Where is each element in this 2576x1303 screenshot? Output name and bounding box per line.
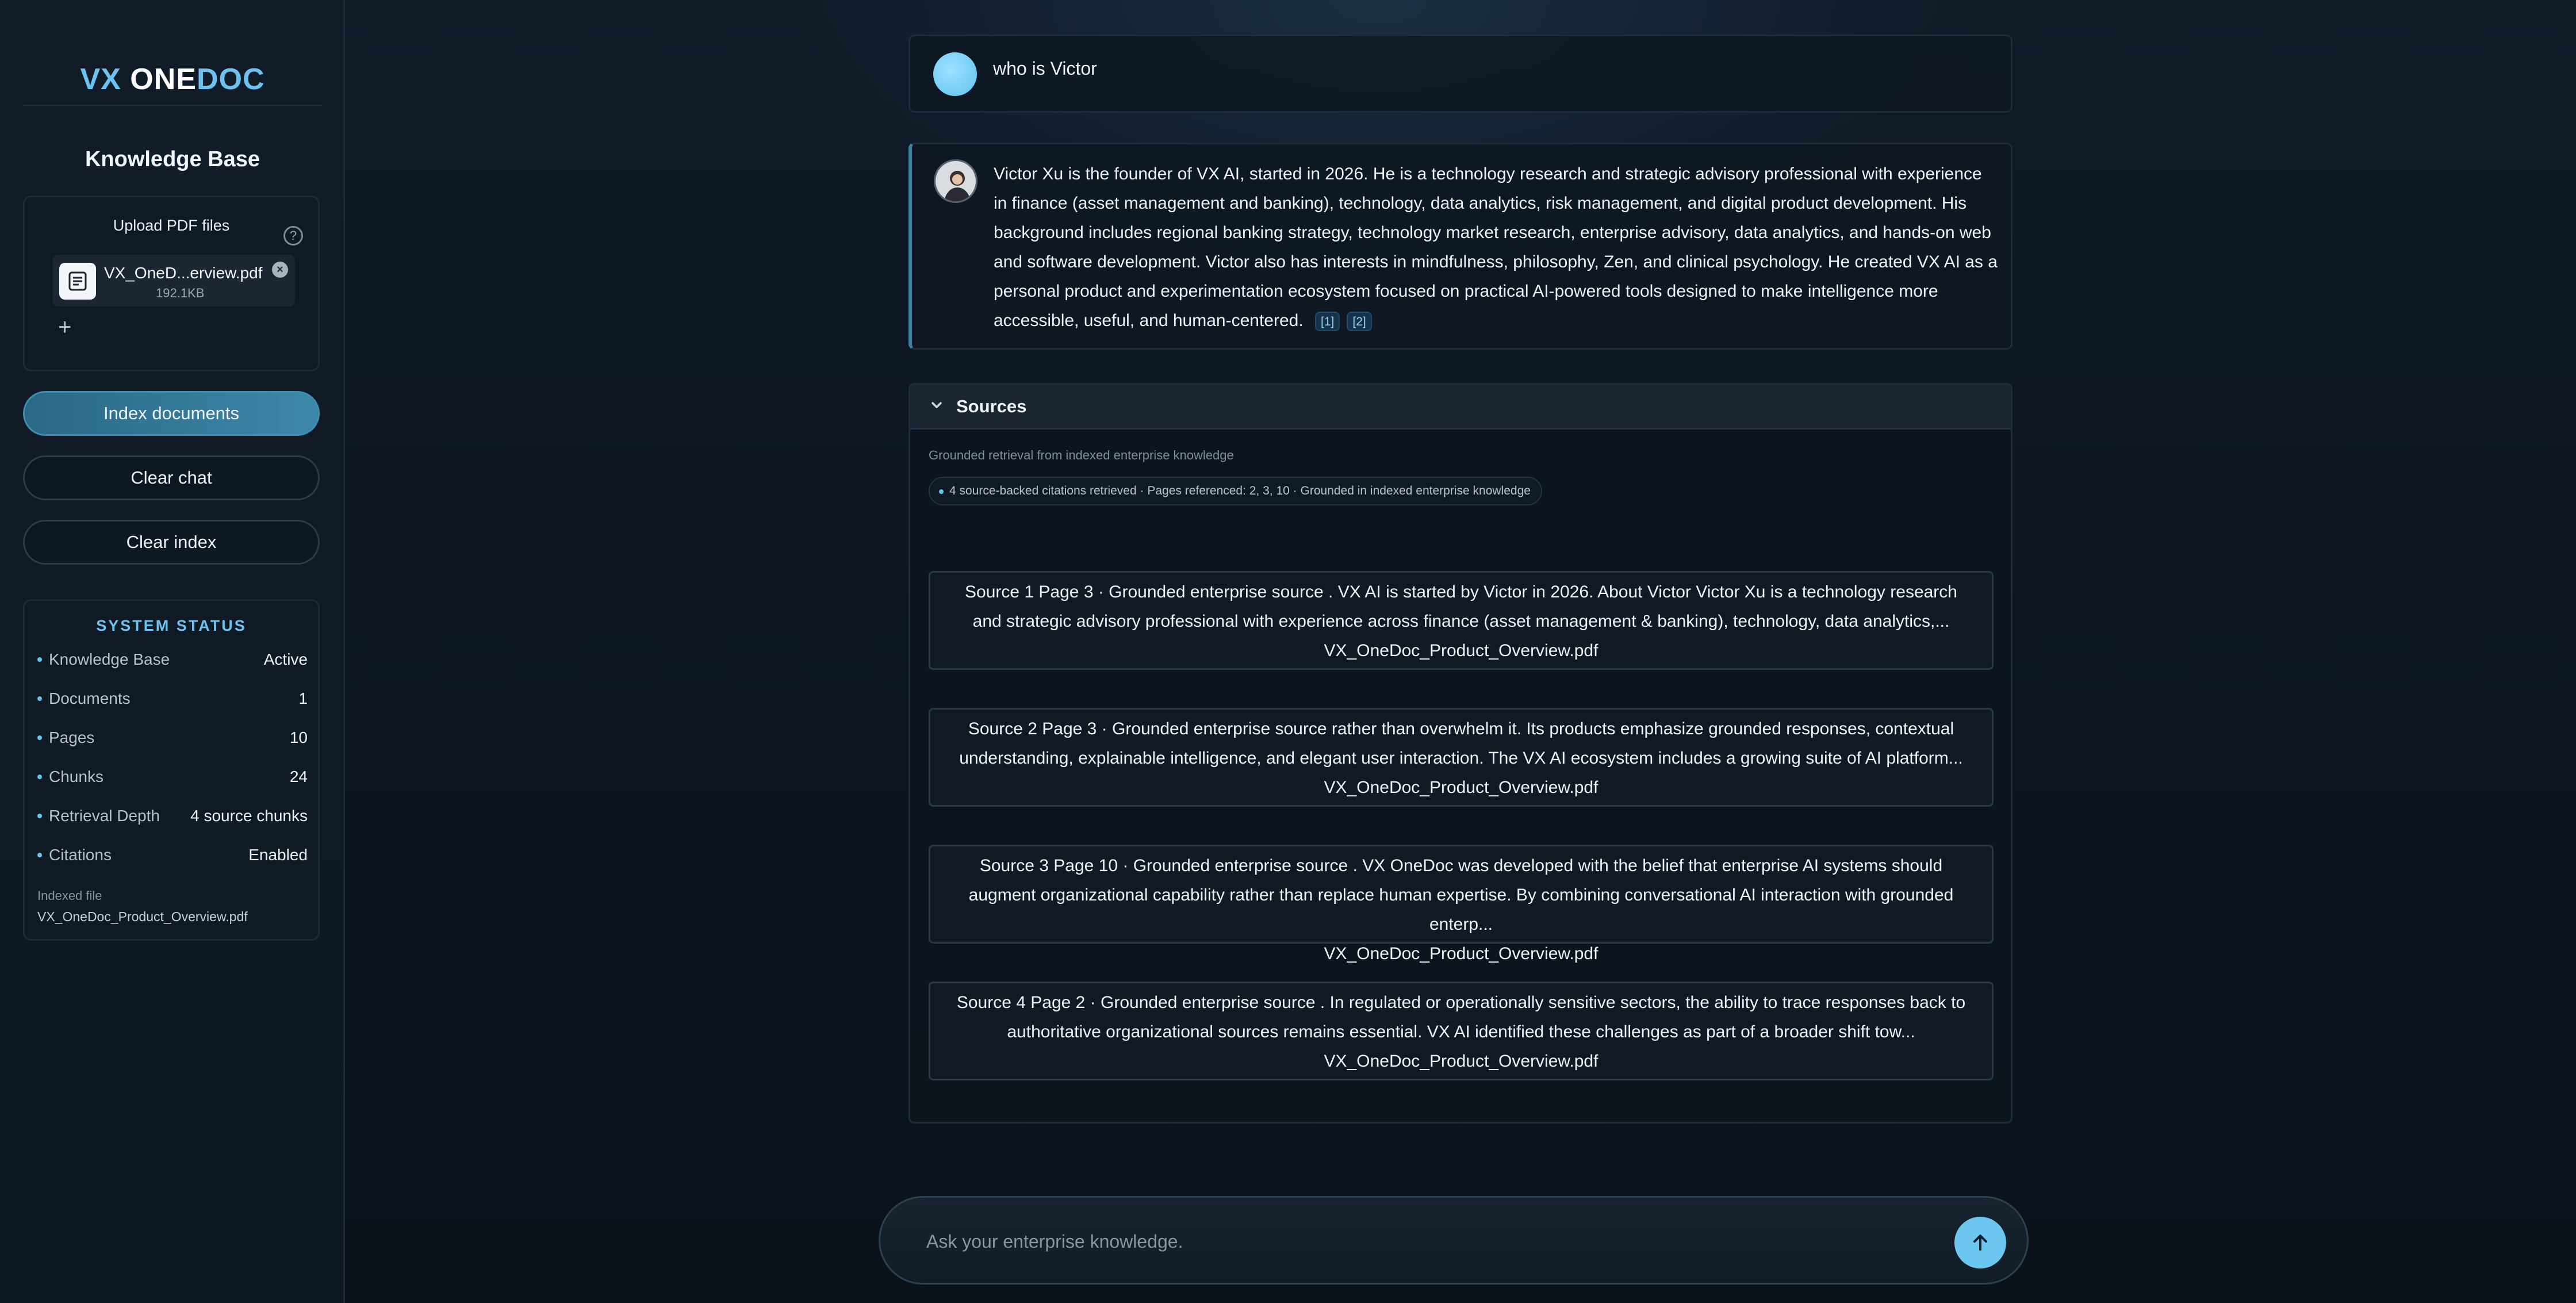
remove-file-icon[interactable]: ×: [272, 262, 288, 278]
status-bullet: [37, 657, 42, 662]
status-bullet: [37, 775, 42, 779]
source-card-2[interactable]: Source 2 Page 3 · Grounded enterprise so…: [929, 708, 1994, 807]
status-row-knowledge-base: Knowledge Base Active: [37, 648, 308, 671]
logo-divider: [23, 105, 322, 106]
user-avatar: [933, 52, 977, 96]
index-documents-button[interactable]: Index documents: [23, 391, 320, 436]
status-key: Retrieval Depth: [49, 807, 160, 825]
status-value: 4 source chunks: [190, 807, 308, 825]
sources-title: Sources: [956, 396, 1027, 416]
source-card-1[interactable]: Source 1 Page 3 · Grounded enterprise so…: [929, 571, 1994, 670]
status-value: Active: [263, 650, 308, 668]
sources-toggle[interactable]: Sources: [910, 385, 2011, 430]
user-message: who is Victor: [908, 35, 2012, 113]
sources-summary-pill: 4 source-backed citations retrieved · Pa…: [929, 477, 1542, 505]
status-key: Chunks: [49, 768, 103, 785]
status-bullet: [37, 853, 42, 857]
chat-composer: [879, 1196, 2029, 1285]
status-row-chunks: Chunks 24: [37, 765, 308, 788]
status-value: Enabled: [248, 846, 308, 864]
sources-panel: Sources Grounded retrieval from indexed …: [908, 383, 2012, 1124]
knowledge-base-title: Knowledge Base: [85, 147, 260, 171]
arrow-up-icon: [1973, 1235, 1987, 1251]
send-button[interactable]: [1954, 1217, 2006, 1268]
status-row-pages: Pages 10: [37, 726, 308, 749]
citation-badge-1[interactable]: [1]: [1315, 312, 1340, 332]
assistant-message: Victor Xu is the founder of VX AI, start…: [908, 143, 2012, 350]
source-card-3[interactable]: Source 3 Page 10 · Grounded enterprise s…: [929, 845, 1994, 963]
uploaded-file-chip: VX_OneD...erview.pdf 192.1KB ×: [52, 255, 295, 306]
system-status-title: SYSTEM STATUS: [96, 617, 247, 634]
assistant-avatar: [934, 159, 977, 203]
status-bullet: [37, 814, 42, 818]
logo-one: ONE: [130, 63, 197, 96]
status-bullet: [37, 735, 42, 740]
status-key: Citations: [49, 846, 112, 864]
upload-label: Upload PDF files: [113, 217, 230, 234]
sources-summary: 4 source-backed citations retrieved · Pa…: [949, 484, 1531, 497]
sidebar: VX ONEDOC Knowledge Base Upload PDF file…: [0, 0, 345, 1303]
status-row-documents: Documents 1: [37, 687, 308, 710]
summary-bullet: [939, 489, 944, 494]
user-message-text: who is Victor: [993, 58, 1097, 79]
document-icon: [59, 263, 96, 300]
help-icon[interactable]: ?: [283, 226, 303, 246]
source-file: VX_OneDoc_Product_Overview.pdf: [1324, 944, 1598, 963]
app-logo: VX ONEDOC: [23, 62, 322, 97]
uploaded-file-size: 192.1KB: [156, 286, 205, 300]
status-value: 24: [289, 768, 308, 785]
status-value: 10: [289, 729, 308, 746]
status-row-citations: Citations Enabled: [37, 844, 308, 867]
assistant-answer: Victor Xu is the founder of VX AI, start…: [994, 159, 2000, 335]
system-status-panel: SYSTEM STATUS Knowledge Base Active Docu…: [23, 599, 320, 941]
status-key: Pages: [49, 729, 95, 746]
sources-subtitle: Grounded retrieval from indexed enterpri…: [929, 448, 1234, 462]
source-file: VX_OneDoc_Product_Overview.pdf: [1324, 641, 1598, 660]
source-snippet: Source 2 Page 3 · Grounded enterprise so…: [959, 719, 1963, 768]
assistant-answer-text: Victor Xu is the founder of VX AI, start…: [994, 164, 1998, 330]
add-file-icon[interactable]: +: [58, 315, 71, 340]
source-snippet: Source 3 Page 10 · Grounded enterprise s…: [968, 856, 1954, 934]
uploaded-file-name: VX_OneD...erview.pdf: [104, 264, 263, 282]
logo-vx: VX: [80, 63, 121, 96]
clear-index-button[interactable]: Clear index: [23, 520, 320, 565]
status-value: 1: [298, 689, 308, 707]
source-file: VX_OneDoc_Product_Overview.pdf: [1324, 778, 1598, 797]
status-key: Knowledge Base: [49, 650, 170, 668]
status-key: Documents: [49, 689, 131, 707]
chat-input[interactable]: [926, 1224, 1892, 1259]
logo-doc: DOC: [196, 63, 265, 96]
clear-chat-button[interactable]: Clear chat: [23, 455, 320, 500]
source-snippet: Source 4 Page 2 · Grounded enterprise so…: [956, 993, 1966, 1041]
upload-panel[interactable]: Upload PDF files ? VX_OneD...erview.pdf …: [23, 196, 320, 371]
source-file: VX_OneDoc_Product_Overview.pdf: [1324, 1052, 1598, 1071]
indexed-file-name: VX_OneDoc_Product_Overview.pdf: [37, 909, 248, 924]
chevron-down-icon: [929, 397, 945, 416]
source-snippet: Source 1 Page 3 · Grounded enterprise so…: [965, 582, 1957, 631]
status-row-retrieval-depth: Retrieval Depth 4 source chunks: [37, 804, 308, 827]
citation-badge-2[interactable]: [2]: [1347, 312, 1372, 332]
status-bullet: [37, 696, 42, 701]
source-card-4[interactable]: Source 4 Page 2 · Grounded enterprise so…: [929, 982, 1994, 1080]
indexed-file-label: Indexed file: [37, 888, 102, 903]
